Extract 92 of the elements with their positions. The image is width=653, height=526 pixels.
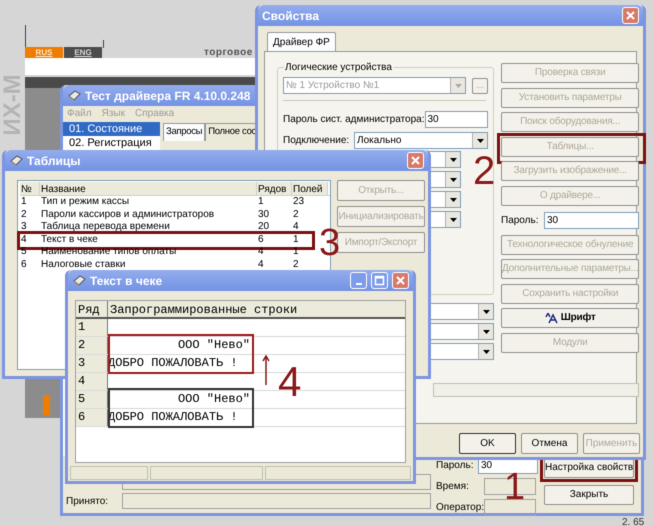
table-cell-text: 1 bbox=[257, 196, 265, 208]
table-cell-text: 4 bbox=[257, 258, 265, 271]
column-header[interactable]: Ряд bbox=[76, 301, 108, 317]
caret-icon bbox=[450, 218, 456, 222]
list-item[interactable]: 01. Состояние bbox=[63, 122, 160, 136]
close-icon bbox=[625, 10, 636, 21]
table-cell-text: 30 bbox=[257, 208, 270, 221]
caret-icon bbox=[482, 330, 490, 334]
group-title: Логические устройства bbox=[284, 60, 393, 75]
caret-icon bbox=[482, 310, 490, 314]
close-icon bbox=[395, 275, 406, 286]
dropdown-value: Локально bbox=[356, 134, 402, 148]
button[interactable]: Настройка свойств bbox=[544, 458, 634, 478]
row-number: 2 bbox=[76, 337, 108, 354]
row-number: 3 bbox=[76, 355, 108, 372]
status-text: 2. 65 bbox=[622, 516, 644, 526]
font-icon bbox=[544, 312, 558, 324]
input-field[interactable] bbox=[122, 493, 431, 509]
column-header[interactable]: Название bbox=[40, 182, 257, 195]
close-button[interactable] bbox=[622, 7, 639, 24]
dropdown[interactable]: Локально bbox=[354, 132, 488, 149]
field-label: Пароль сист. администратора: bbox=[283, 113, 424, 127]
window-title: Свойства bbox=[262, 8, 320, 24]
callout-number: 4 bbox=[278, 361, 302, 403]
table-cell-text: Таблица перевода времени bbox=[40, 221, 171, 234]
column-header[interactable]: № bbox=[20, 182, 40, 195]
caret-icon bbox=[482, 350, 490, 354]
maximize-button[interactable] bbox=[371, 272, 388, 289]
table-cell-text: 1 bbox=[20, 196, 28, 208]
printer-icon bbox=[9, 154, 23, 166]
password-field[interactable]: 30 bbox=[425, 111, 488, 128]
field-label: Оператор: bbox=[436, 501, 482, 515]
table-cell-text: 6 bbox=[257, 234, 265, 246]
table-cell-text: 1 bbox=[292, 234, 300, 246]
table-cell-text: 4 bbox=[20, 234, 28, 246]
row-number: 1 bbox=[76, 319, 108, 336]
table-cell-text: Пароли кассиров и администраторов bbox=[40, 208, 216, 221]
table-cell-text: Налоговые ставки bbox=[40, 258, 126, 271]
tab[interactable]: Драйвер ФР bbox=[267, 32, 336, 51]
maximize-icon bbox=[374, 275, 385, 286]
input-field[interactable] bbox=[484, 499, 536, 516]
field-label: Подключение: bbox=[283, 134, 350, 148]
language-tab[interactable]: ENG bbox=[64, 47, 102, 58]
table-cell-text: 2 bbox=[292, 208, 300, 221]
tab[interactable]: Запросы bbox=[163, 123, 206, 141]
close-icon bbox=[410, 155, 421, 166]
caret-icon bbox=[450, 198, 456, 202]
close-button[interactable] bbox=[407, 152, 424, 169]
table-cell-text: 4 bbox=[292, 221, 300, 234]
column-header[interactable]: Запрограммированные строки bbox=[108, 301, 405, 317]
row-number: 5 bbox=[76, 391, 108, 408]
table-cell: ООО "Нево" bbox=[178, 392, 250, 406]
field-label: Принято: bbox=[66, 494, 110, 508]
table-cell-text: 23 bbox=[292, 196, 306, 208]
callout-number: 2 bbox=[473, 150, 496, 190]
button[interactable]: Отмена bbox=[521, 433, 578, 454]
table-cell-text: 2 bbox=[292, 258, 300, 271]
printer-icon bbox=[72, 274, 86, 286]
table-cell: ООО "Нево" bbox=[178, 338, 250, 352]
window-title: Таблицы bbox=[27, 152, 80, 170]
table-cell-text: 6 bbox=[20, 258, 28, 271]
printer-icon bbox=[67, 90, 81, 102]
button[interactable]: OK bbox=[459, 433, 516, 454]
list-item[interactable]: 02. Регистрация bbox=[63, 136, 160, 150]
caret-icon bbox=[476, 138, 484, 142]
row-number: 4 bbox=[76, 373, 108, 390]
field-label: Время: bbox=[436, 480, 470, 494]
tagline: торговое bbox=[204, 46, 253, 60]
minimize-button[interactable] bbox=[350, 272, 367, 289]
window-title: Текст в чеке bbox=[90, 272, 162, 290]
caret-icon bbox=[450, 158, 456, 162]
table-cell-text: Тип и режим кассы bbox=[40, 196, 130, 208]
button[interactable]: Шрифт bbox=[501, 308, 640, 328]
table-cell-text: 3 bbox=[20, 221, 28, 234]
column-header[interactable]: Полей bbox=[292, 182, 328, 195]
minimize-icon bbox=[356, 282, 362, 284]
dropdown-value: № 1 Устройство №1 bbox=[285, 79, 380, 93]
field-label: Пароль: bbox=[436, 459, 472, 473]
column-header[interactable]: Рядов bbox=[257, 182, 292, 195]
table-cell-text: Текст в чеке bbox=[40, 234, 99, 246]
table-cell-text: 2 bbox=[20, 208, 28, 221]
button[interactable]: Закрыть bbox=[544, 485, 634, 505]
caret-icon bbox=[450, 178, 456, 182]
caret-icon bbox=[454, 84, 462, 88]
window-title: Тест драйвера FR 4.10.0.248 bbox=[85, 88, 250, 104]
close-button[interactable] bbox=[392, 272, 409, 289]
password-field[interactable]: 30 bbox=[544, 212, 640, 228]
table-cell-text: 20 bbox=[257, 221, 270, 234]
row-number: 6 bbox=[76, 409, 108, 426]
field-label: Пароль: bbox=[501, 214, 540, 228]
arrow bbox=[262, 355, 270, 385]
tab-marker bbox=[43, 395, 50, 415]
